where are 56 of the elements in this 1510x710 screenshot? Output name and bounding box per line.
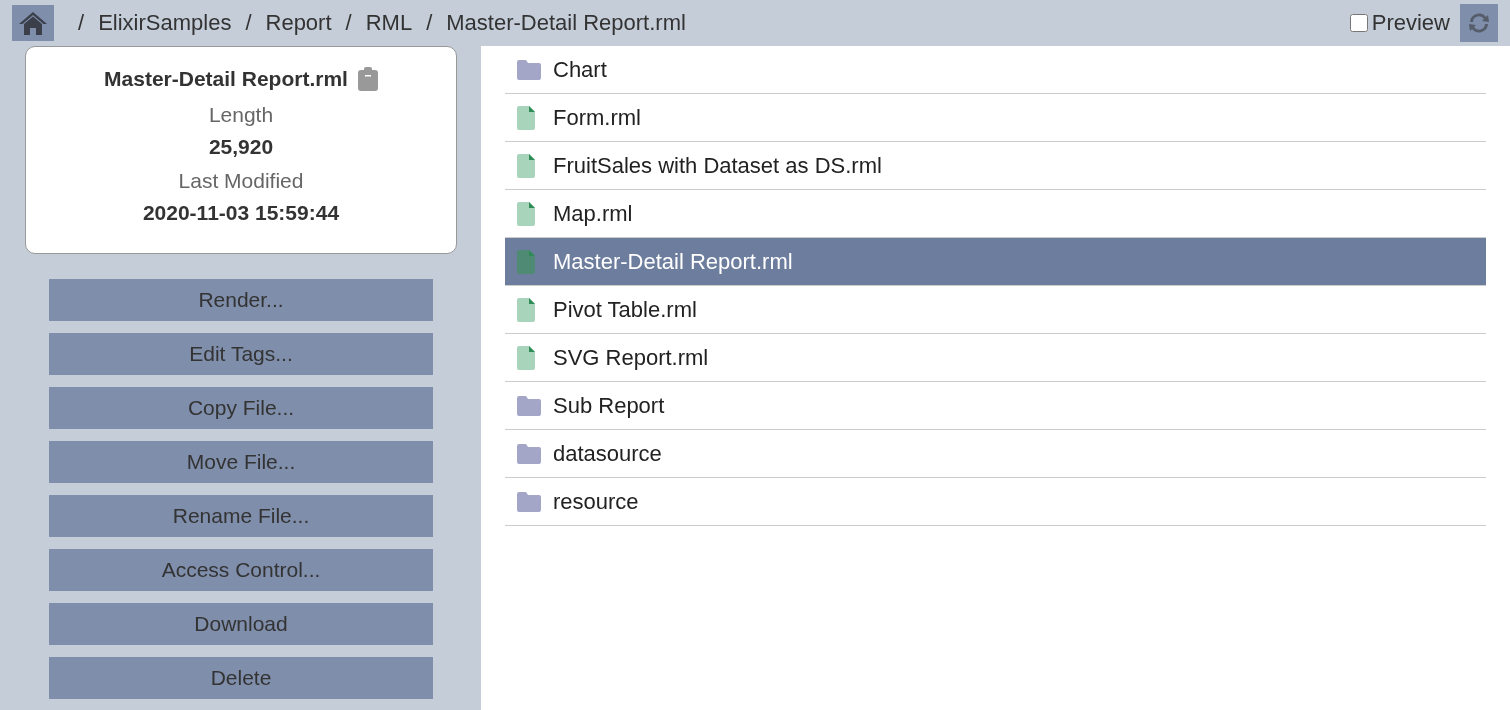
file-list-row[interactable]: Chart [505,46,1486,94]
file-list-row[interactable]: Sub Report [505,382,1486,430]
home-icon [18,10,48,36]
entry-name: Sub Report [553,392,665,419]
action-button[interactable]: Render... [49,279,433,321]
breadcrumb-separator: / [245,10,252,36]
file-list-row[interactable]: Pivot Table.rml [505,286,1486,334]
action-button[interactable]: Copy File... [49,387,433,429]
file-list-row[interactable]: Form.rml [505,94,1486,142]
action-button[interactable]: Move File... [49,441,433,483]
preview-checkbox[interactable] [1349,14,1368,32]
preview-label: Preview [1371,10,1450,36]
file-list-row[interactable]: FruitSales with Dataset as DS.rml [505,142,1486,190]
entry-name: FruitSales with Dataset as DS.rml [553,152,882,179]
action-button[interactable]: Download [49,603,433,645]
breadcrumb-link[interactable]: Master-Detail Report.rml [446,10,686,36]
folder-icon [517,443,541,464]
action-button[interactable]: Edit Tags... [49,333,433,375]
clipboard-icon[interactable] [357,67,378,91]
file-name: Master-Detail Report.rml [104,67,348,91]
entry-name: Map.rml [553,200,633,227]
entry-name: resource [553,488,639,515]
entry-name: SVG Report.rml [553,344,709,371]
file-icon [517,201,535,226]
action-button[interactable]: Delete [49,657,433,699]
refresh-button[interactable] [1460,4,1498,42]
file-icon [517,249,535,274]
breadcrumb-link[interactable]: ElixirSamples [98,10,232,36]
breadcrumb-link[interactable]: Report [265,10,332,36]
breadcrumb-separator: / [78,10,85,36]
field-value: 2020-11-03 15:59:44 [142,201,340,225]
breadcrumb-separator: / [426,10,433,36]
file-list-row[interactable]: Master-Detail Report.rml [505,238,1486,286]
file-icon [517,105,535,130]
file-list-row[interactable]: datasource [505,430,1486,478]
field-label: Last Modified [178,169,304,193]
action-button[interactable]: Access Control... [49,549,433,591]
entry-name: Form.rml [553,104,641,131]
field-value: 25,920 [208,135,274,159]
field-label: Length [208,103,274,127]
breadcrumb-separator: / [345,10,352,36]
action-button[interactable]: Rename File... [49,495,433,537]
home-button[interactable] [12,5,54,41]
file-icon [517,345,535,370]
folder-icon [517,491,541,512]
file-icon [517,297,535,322]
file-list-row[interactable]: resource [505,478,1486,526]
folder-icon [517,395,541,416]
file-icon [517,153,535,178]
file-list-row[interactable]: SVG Report.rml [505,334,1486,382]
breadcrumb-link[interactable]: RML [365,10,413,36]
entry-name: datasource [553,440,662,467]
entry-name: Pivot Table.rml [553,296,697,323]
entry-name: Master-Detail Report.rml [553,248,793,275]
entry-name: Chart [553,56,607,83]
folder-icon [517,59,541,80]
